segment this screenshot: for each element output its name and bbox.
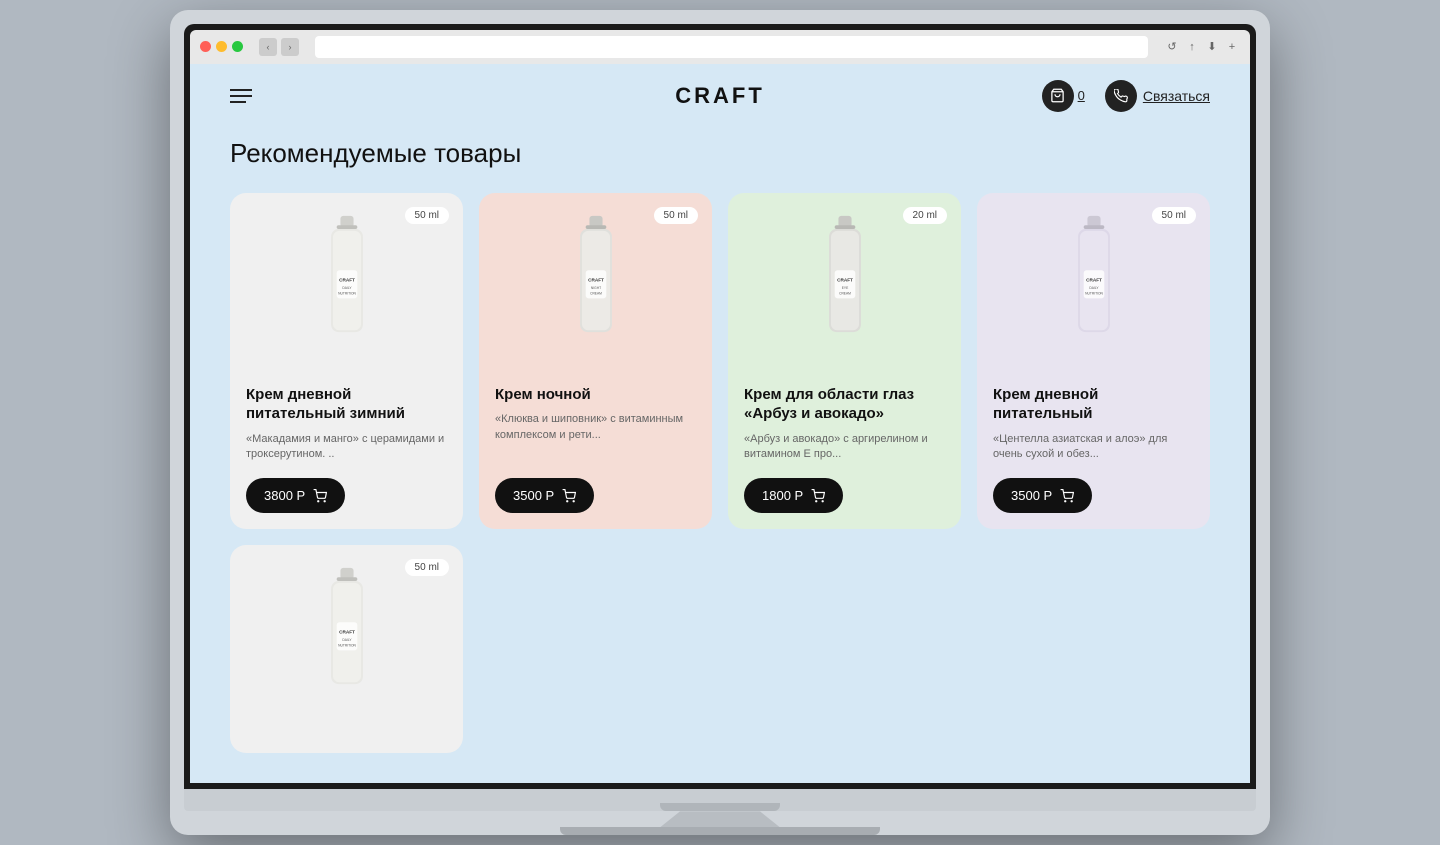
fullscreen-button[interactable] bbox=[232, 41, 243, 52]
website-content: CRAFT 0 bbox=[190, 64, 1250, 784]
download-icon[interactable]: ⬇ bbox=[1204, 39, 1220, 55]
svg-text:NUTRITION: NUTRITION bbox=[338, 644, 356, 648]
back-button[interactable]: ‹ bbox=[259, 38, 277, 56]
newtab-icon[interactable]: + bbox=[1224, 39, 1240, 55]
product-image-2: CRAFT NIGHT CREAM bbox=[495, 209, 696, 369]
product-name-2: Крем ночной bbox=[495, 385, 696, 405]
contact-link[interactable]: Связаться bbox=[1143, 88, 1210, 104]
reload-icon[interactable]: ↺ bbox=[1164, 39, 1180, 55]
menu-button[interactable] bbox=[230, 89, 252, 103]
product-image-3: CRAFT EYE CREAM bbox=[744, 209, 945, 369]
close-button[interactable] bbox=[200, 41, 211, 52]
price-label-1: 3800 Р bbox=[264, 488, 305, 503]
svg-text:NUTRITION: NUTRITION bbox=[338, 291, 356, 295]
volume-badge-1: 50 ml bbox=[405, 207, 449, 224]
cart-area: 0 bbox=[1042, 80, 1085, 112]
page-title: Рекомендуемые товары bbox=[230, 138, 1210, 169]
svg-text:CREAM: CREAM bbox=[590, 291, 602, 295]
product-desc-3: «Арбуз и авокадо» с аргирелином и витами… bbox=[744, 432, 945, 463]
phone-area: Связаться bbox=[1105, 80, 1210, 112]
svg-text:NIGHT: NIGHT bbox=[590, 286, 600, 290]
header-right: 0 Связаться bbox=[1042, 80, 1210, 112]
price-label-4: 3500 Р bbox=[1011, 488, 1052, 503]
svg-text:CRAFT: CRAFT bbox=[588, 277, 604, 282]
svg-text:CREAM: CREAM bbox=[839, 291, 851, 295]
phone-icon[interactable] bbox=[1105, 80, 1137, 112]
volume-badge-3: 20 ml bbox=[903, 207, 947, 224]
product-image-1: CRAFT DAILY NUTRITION bbox=[246, 209, 447, 369]
svg-text:EYE: EYE bbox=[841, 286, 848, 290]
laptop-notch bbox=[660, 803, 780, 811]
svg-text:DAILY: DAILY bbox=[1089, 286, 1099, 290]
cart-icon[interactable] bbox=[1042, 80, 1074, 112]
svg-text:DAILY: DAILY bbox=[342, 286, 352, 290]
add-to-cart-button-1[interactable]: 3800 Р bbox=[246, 478, 345, 513]
product-card-2: 50 ml CRAFT NIGHT CREAM bbox=[479, 193, 712, 530]
product-card-5: 50 ml CRAFT DAILY NUTRITION bbox=[230, 545, 463, 753]
forward-button[interactable]: › bbox=[281, 38, 299, 56]
site-logo[interactable]: CRAFT bbox=[675, 83, 765, 109]
second-products-row: 50 ml CRAFT DAILY NUTRITION bbox=[230, 545, 1210, 753]
browser-navigation: ‹ › bbox=[259, 38, 299, 56]
product-name-4: Крем дневной питательный bbox=[993, 385, 1194, 424]
laptop-stand bbox=[620, 811, 820, 827]
page-content: Рекомендуемые товары 50 ml bbox=[190, 128, 1250, 784]
svg-text:NUTRITION: NUTRITION bbox=[1085, 291, 1103, 295]
add-to-cart-button-3[interactable]: 1800 Р bbox=[744, 478, 843, 513]
price-label-3: 1800 Р bbox=[762, 488, 803, 503]
products-grid: 50 ml CRAFT DAILY NUTRITION bbox=[230, 193, 1210, 530]
svg-text:CRAFT: CRAFT bbox=[837, 277, 853, 282]
product-card-4: 50 ml CRAFT DAILY NUTRITION bbox=[977, 193, 1210, 530]
product-name-3: Крем для области глаз «Арбуз и авокадо» bbox=[744, 385, 945, 424]
add-to-cart-button-2[interactable]: 3500 Р bbox=[495, 478, 594, 513]
product-desc-4: «Центелла азиатская и алоэ» для очень су… bbox=[993, 432, 1194, 463]
laptop-base bbox=[184, 789, 1256, 811]
product-desc-1: «Макадамия и манго» с церамидами и трокс… bbox=[246, 432, 447, 463]
site-header: CRAFT 0 bbox=[190, 64, 1250, 128]
product-name-1: Крем дневной питательный зимний bbox=[246, 385, 447, 424]
product-desc-2: «Клюква и шиповник» с витаминным комплек… bbox=[495, 412, 696, 462]
add-to-cart-button-4[interactable]: 3500 Р bbox=[993, 478, 1092, 513]
browser-actions: ↺ ↑ ⬇ + bbox=[1164, 39, 1240, 55]
product-image-4: CRAFT DAILY NUTRITION bbox=[993, 209, 1194, 369]
cart-count: 0 bbox=[1078, 88, 1085, 103]
volume-badge-4: 50 ml bbox=[1152, 207, 1196, 224]
price-label-2: 3500 Р bbox=[513, 488, 554, 503]
traffic-lights bbox=[200, 41, 243, 52]
svg-text:CRAFT: CRAFT bbox=[1086, 277, 1102, 282]
minimize-button[interactable] bbox=[216, 41, 227, 52]
product-card-3: 20 ml CRAFT EYE CREAM bbox=[728, 193, 961, 530]
volume-badge-5: 50 ml bbox=[405, 559, 449, 576]
svg-text:CRAFT: CRAFT bbox=[339, 277, 355, 282]
product-card-1: 50 ml CRAFT DAILY NUTRITION bbox=[230, 193, 463, 530]
product-image-5: CRAFT DAILY NUTRITION bbox=[246, 561, 447, 721]
laptop-foot bbox=[560, 827, 880, 835]
share-icon[interactable]: ↑ bbox=[1184, 39, 1200, 55]
svg-text:CRAFT: CRAFT bbox=[339, 630, 355, 635]
address-bar[interactable] bbox=[315, 36, 1148, 58]
volume-badge-2: 50 ml bbox=[654, 207, 698, 224]
svg-text:DAILY: DAILY bbox=[342, 638, 352, 642]
